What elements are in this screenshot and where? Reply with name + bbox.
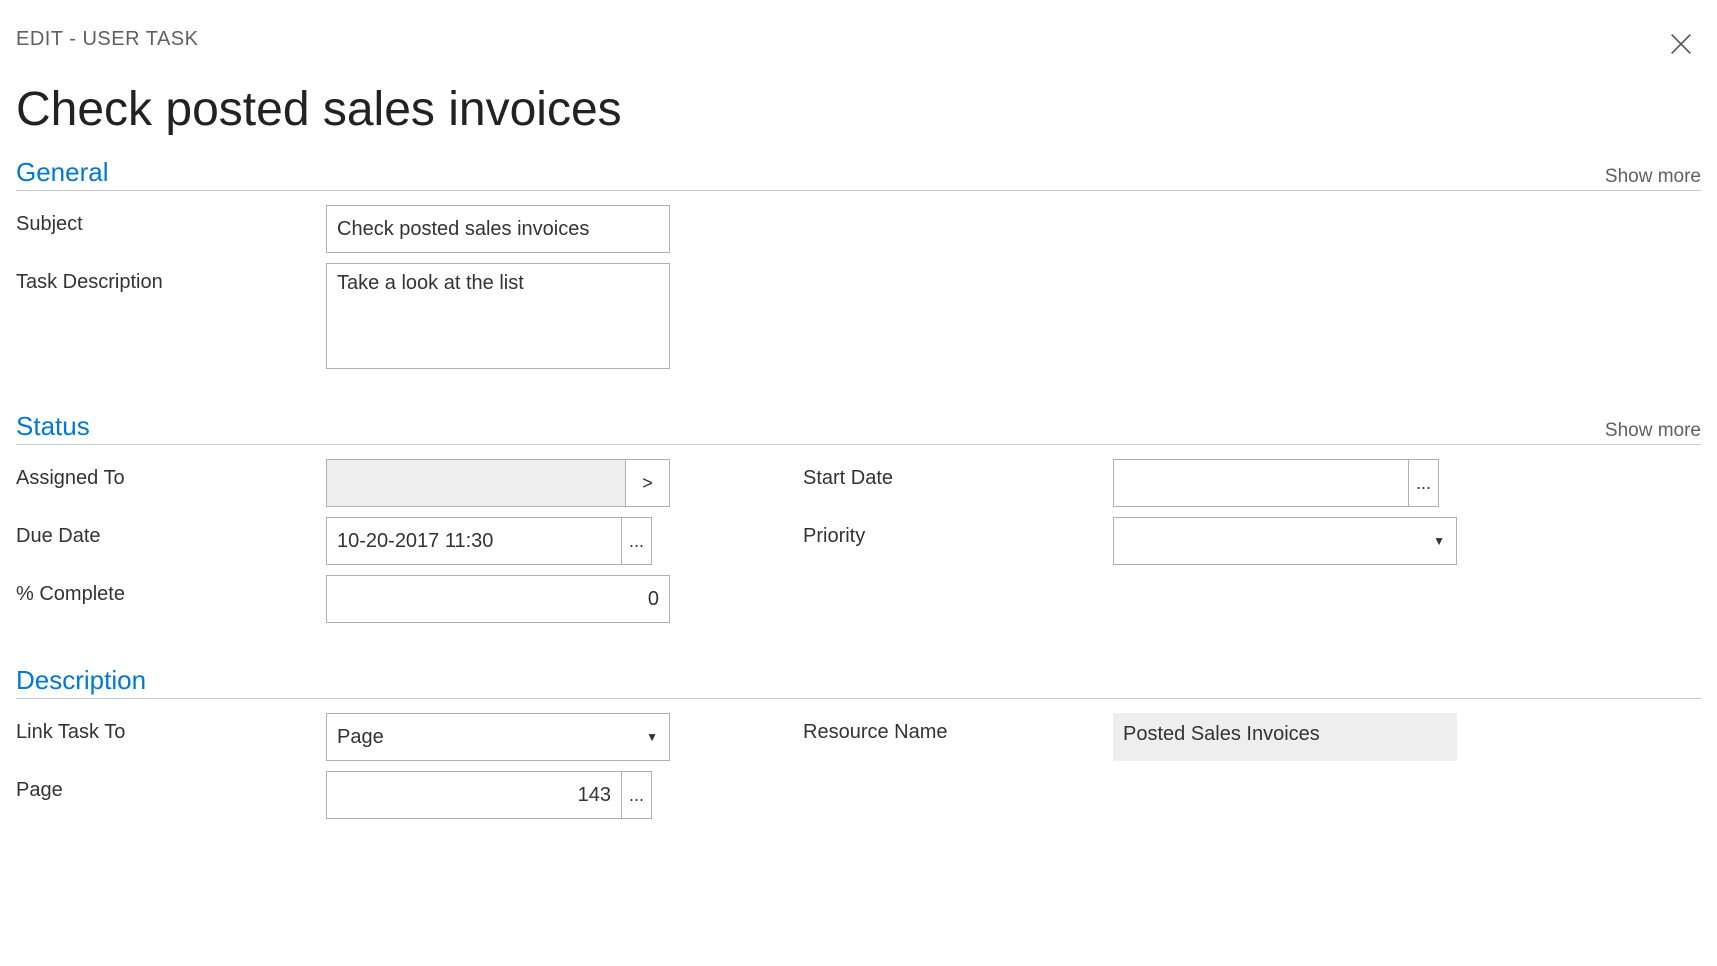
label-subject: Subject [16,205,326,236]
label-start-date: Start Date [803,459,1113,490]
task-description-input[interactable]: Take a look at the list [326,263,670,369]
section-general: General Show more Subject Task Descripti… [16,157,1701,379]
start-date-picker-button[interactable]: ... [1409,459,1439,507]
section-description: Description Link Task To Page ▼ Page [16,665,1701,829]
label-link-task-to: Link Task To [16,713,326,744]
label-assigned-to: Assigned To [16,459,326,490]
page-input[interactable] [326,771,622,819]
close-button[interactable] [1661,24,1701,64]
section-title-general[interactable]: General [16,157,109,188]
breadcrumb: EDIT - USER TASK [16,28,198,51]
page-title: Check posted sales invoices [16,82,1701,137]
section-title-description[interactable]: Description [16,665,146,696]
label-pct-complete: % Complete [16,575,326,606]
section-status: Status Show more Assigned To > Due Date … [16,411,1701,633]
due-date-input[interactable] [326,517,622,565]
start-date-input[interactable] [1113,459,1409,507]
section-title-status[interactable]: Status [16,411,90,442]
label-resource-name: Resource Name [803,713,1113,744]
show-more-status[interactable]: Show more [1605,420,1701,442]
assigned-to-input[interactable] [326,459,626,507]
subject-input[interactable] [326,205,670,253]
label-page: Page [16,771,326,802]
assigned-to-lookup-button[interactable]: > [626,459,670,507]
page-lookup-button[interactable]: ... [622,771,652,819]
priority-select[interactable] [1113,517,1457,565]
link-task-to-select[interactable]: Page [326,713,670,761]
close-icon [1667,30,1695,58]
due-date-picker-button[interactable]: ... [622,517,652,565]
resource-name-display: Posted Sales Invoices [1113,713,1457,761]
pct-complete-input[interactable] [326,575,670,623]
label-priority: Priority [803,517,1113,548]
label-due-date: Due Date [16,517,326,548]
show-more-general[interactable]: Show more [1605,166,1701,188]
label-task-description: Task Description [16,263,326,294]
